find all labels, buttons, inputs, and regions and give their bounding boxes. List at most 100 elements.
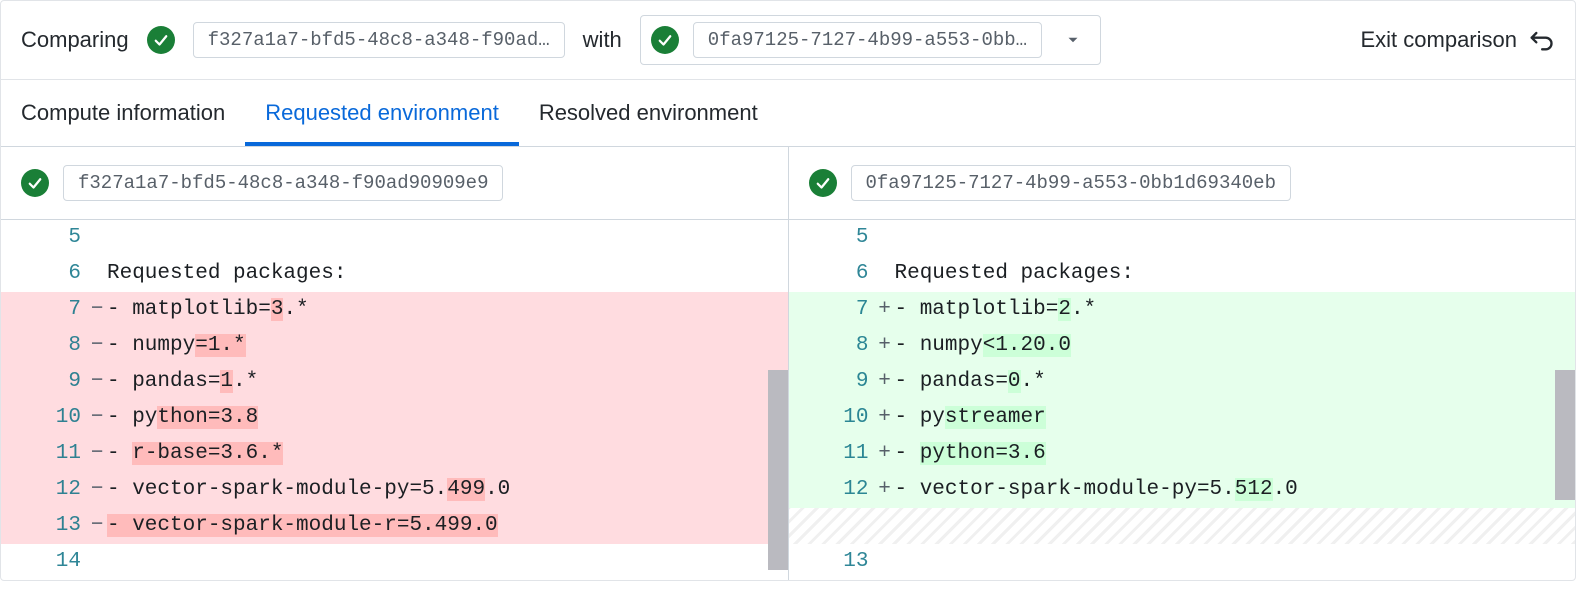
line-content: - pandas=0.* [895, 364, 1576, 400]
diff-marker: + [875, 292, 895, 328]
top-bar: Comparing f327a1a7-bfd5-48c8-a348-f90ad…… [1, 1, 1575, 80]
line-content: - vector-spark-module-py=5.499.0 [107, 472, 788, 508]
scrollbar[interactable] [1555, 370, 1575, 500]
scrollbar[interactable] [768, 370, 788, 570]
chevron-down-icon [1056, 31, 1090, 49]
diff-row: 7−- matplotlib=3.* [1, 292, 788, 328]
undo-icon [1527, 26, 1555, 54]
diff-marker [875, 256, 895, 292]
line-number: 12 [1, 472, 87, 508]
line-number: 7 [789, 292, 875, 328]
line-content: - pandas=1.* [107, 364, 788, 400]
line-number: 13 [789, 544, 875, 580]
tab-compute-information[interactable]: Compute information [21, 80, 245, 146]
line-content: - numpy=1.* [107, 328, 788, 364]
diff-row [789, 508, 1576, 544]
diff-row: 6 Requested packages: [1, 256, 788, 292]
diff-row: 11−- r-base=3.6.* [1, 436, 788, 472]
line-number: 8 [1, 328, 87, 364]
diff-row: 10−- python=3.8 [1, 400, 788, 436]
diff-marker: + [875, 400, 895, 436]
exit-label: Exit comparison [1360, 27, 1517, 53]
diff-row: 5 [789, 220, 1576, 256]
line-content: - numpy<1.20.0 [895, 328, 1576, 364]
diff-marker: − [87, 400, 107, 436]
diff-row: 8−- numpy=1.* [1, 328, 788, 364]
left-code[interactable]: 56Requested packages:7−- matplotlib=3.*8… [1, 220, 788, 580]
check-icon-right [651, 26, 679, 54]
diff-marker: + [875, 472, 895, 508]
diff-marker [875, 544, 895, 580]
with-label: with [583, 27, 622, 53]
line-content: Requested packages: [107, 256, 788, 292]
diff-row: 9−- pandas=1.* [1, 364, 788, 400]
line-number: 7 [1, 292, 87, 328]
diff-marker [87, 544, 107, 580]
left-side: f327a1a7-bfd5-48c8-a348-f90ad90909e9 56R… [1, 147, 789, 580]
diff-marker: − [87, 328, 107, 364]
diff-marker [875, 220, 895, 256]
diff-marker: − [87, 508, 107, 544]
line-number: 11 [1, 436, 87, 472]
comparison-panel: Comparing f327a1a7-bfd5-48c8-a348-f90ad…… [0, 0, 1576, 581]
line-content: - vector-spark-module-r=5.499.0 [107, 508, 788, 544]
line-number: 13 [1, 508, 87, 544]
line-content [107, 544, 788, 580]
diff-row: 14 [1, 544, 788, 580]
right-hash-selector[interactable]: 0fa97125-7127-4b99-a553-0bb… [640, 15, 1101, 65]
diff-row: 7+- matplotlib=2.* [789, 292, 1576, 328]
diff-row: 12+- vector-spark-module-py=5.512.0 [789, 472, 1576, 508]
right-side: 0fa97125-7127-4b99-a553-0bb1d69340eb 56R… [789, 147, 1576, 580]
diff-row: 6 Requested packages: [789, 256, 1576, 292]
line-content: - python=3.8 [107, 400, 788, 436]
diff-row: 9+- pandas=0.* [789, 364, 1576, 400]
diff-marker: − [87, 364, 107, 400]
line-number: 5 [789, 220, 875, 256]
diff-marker [87, 256, 107, 292]
line-number: 5 [1, 220, 87, 256]
diff-marker: + [875, 364, 895, 400]
comparing-label: Comparing [21, 27, 129, 53]
tab-requested-environment[interactable]: Requested environment [245, 80, 519, 146]
line-content: - matplotlib=2.* [895, 292, 1576, 328]
diff-marker [87, 220, 107, 256]
line-number: 10 [789, 400, 875, 436]
diff-row: 11+- python=3.6 [789, 436, 1576, 472]
tab-resolved-environment[interactable]: Resolved environment [519, 80, 778, 146]
left-hash-full[interactable]: f327a1a7-bfd5-48c8-a348-f90ad90909e9 [63, 165, 503, 201]
line-content [895, 220, 1576, 256]
line-content: - r-base=3.6.* [107, 436, 788, 472]
right-side-header: 0fa97125-7127-4b99-a553-0bb1d69340eb [789, 147, 1576, 220]
exit-comparison-button[interactable]: Exit comparison [1360, 26, 1555, 54]
line-number: 14 [1, 544, 87, 580]
line-content: - python=3.6 [895, 436, 1576, 472]
line-number: 11 [789, 436, 875, 472]
line-number: 6 [1, 256, 87, 292]
diff-row: 8+- numpy<1.20.0 [789, 328, 1576, 364]
right-code[interactable]: 56Requested packages:7+- matplotlib=2.*8… [789, 220, 1576, 580]
line-number: 9 [1, 364, 87, 400]
tabs: Compute informationRequested environment… [1, 80, 1575, 147]
line-number: 9 [789, 364, 875, 400]
check-icon-left [147, 26, 175, 54]
line-content [895, 544, 1576, 580]
line-content: - pystreamer [895, 400, 1576, 436]
left-hash-badge[interactable]: f327a1a7-bfd5-48c8-a348-f90ad… [193, 22, 565, 58]
check-icon [809, 169, 837, 197]
diff-row: 12−- vector-spark-module-py=5.499.0 [1, 472, 788, 508]
diff-marker: + [875, 328, 895, 364]
line-content: - matplotlib=3.* [107, 292, 788, 328]
line-content: Requested packages: [895, 256, 1576, 292]
diff-row: 13 [789, 544, 1576, 580]
diff-row: 13−- vector-spark-module-r=5.499.0 [1, 508, 788, 544]
diff-marker: − [87, 292, 107, 328]
line-number: 10 [1, 400, 87, 436]
right-hash-badge: 0fa97125-7127-4b99-a553-0bb… [693, 22, 1042, 58]
line-number: 6 [789, 256, 875, 292]
diff-row: 5 [1, 220, 788, 256]
line-content: - vector-spark-module-py=5.512.0 [895, 472, 1576, 508]
line-content [107, 220, 788, 256]
check-icon [21, 169, 49, 197]
right-hash-full[interactable]: 0fa97125-7127-4b99-a553-0bb1d69340eb [851, 165, 1291, 201]
left-side-header: f327a1a7-bfd5-48c8-a348-f90ad90909e9 [1, 147, 788, 220]
